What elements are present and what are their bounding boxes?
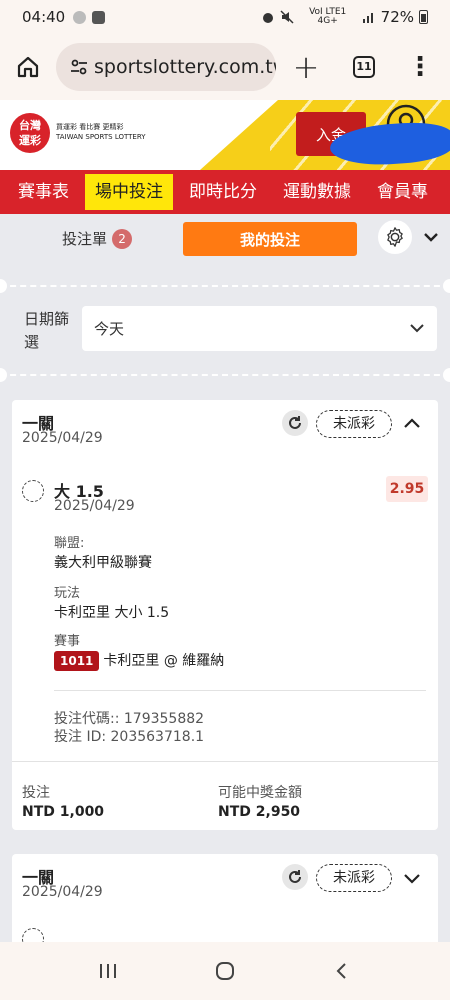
stake-value: NTD 1,000 bbox=[22, 804, 105, 820]
bet-date: 2025/04/29 bbox=[22, 884, 103, 900]
market-value: 卡利亞里 大小 1.5 bbox=[54, 605, 170, 621]
network-label: VoI LTE1 4G+ bbox=[309, 7, 347, 26]
divider bbox=[54, 690, 426, 691]
bet-slip-count: 2 bbox=[112, 228, 133, 249]
league-label: 聯盟: bbox=[54, 536, 85, 551]
bet-date: 2025/04/29 bbox=[22, 430, 103, 446]
back-button[interactable] bbox=[322, 961, 362, 981]
signal-icon bbox=[362, 13, 373, 23]
more-menu-button[interactable]: ⋮ bbox=[392, 54, 448, 80]
alarm-icon bbox=[262, 13, 273, 23]
bet-slip-tab[interactable]: 投注單 2 bbox=[62, 228, 133, 249]
odds-badge: 2.95 bbox=[386, 476, 428, 502]
event-value: 1011 卡利亞里 @ 維羅納 bbox=[54, 650, 224, 671]
main-nav: 賽事表 場中投注 即時比分 運動數據 會員專 bbox=[0, 170, 450, 214]
my-bets-tab[interactable]: 我的投注 bbox=[183, 222, 357, 256]
gear-icon bbox=[387, 227, 403, 247]
event-name: 卡利亞里 @ 維羅納 bbox=[103, 653, 225, 669]
brand-tagline-zh: 買運彩 看比賽 更精彩 bbox=[56, 123, 124, 131]
chevron-down-icon bbox=[410, 324, 424, 333]
card-collapse-button[interactable] bbox=[402, 414, 422, 438]
bet-slip-label: 投注單 bbox=[62, 230, 108, 248]
stake-label: 投注 bbox=[22, 785, 50, 801]
refresh-icon bbox=[289, 870, 301, 883]
refresh-icon bbox=[289, 416, 301, 429]
nav-live-betting[interactable]: 場中投注 bbox=[85, 174, 173, 210]
recents-icon bbox=[100, 964, 117, 978]
status-badge: 未派彩 bbox=[316, 864, 392, 892]
home-button[interactable] bbox=[0, 55, 56, 79]
bet-code: 投注代碼:: 179355882 bbox=[54, 711, 205, 727]
new-tab-button[interactable]: + bbox=[276, 51, 336, 83]
date-filter-select[interactable]: 今天 bbox=[82, 306, 437, 351]
payout-value: NTD 2,950 bbox=[218, 804, 301, 820]
bet-card: 一關 2025/04/29 未派彩 bbox=[12, 854, 438, 942]
date-filter-value: 今天 bbox=[94, 320, 125, 338]
divider bbox=[0, 279, 450, 293]
system-nav-bar bbox=[0, 942, 450, 1000]
nav-sports-data[interactable]: 運動數據 bbox=[273, 174, 361, 210]
clock: 04:40 bbox=[22, 8, 66, 26]
brand-tagline: 買運彩 看比賽 更精彩 TAIWAN SPORTS LOTTERY bbox=[56, 122, 146, 142]
market-label: 玩法 bbox=[54, 586, 81, 601]
bet-id: 投注 ID: 203563718.1 bbox=[54, 729, 205, 745]
divider bbox=[0, 368, 450, 382]
tab-switcher-button[interactable]: 11 bbox=[336, 56, 392, 78]
selection-date: 2025/04/29 bbox=[54, 498, 135, 514]
site-logo[interactable]: 台灣 運彩 bbox=[10, 113, 50, 153]
mute-icon bbox=[280, 10, 294, 24]
address-bar[interactable]: sportslottery.com.tw bbox=[56, 43, 276, 91]
site-settings-icon[interactable] bbox=[66, 57, 92, 77]
chevron-down-icon bbox=[404, 874, 420, 884]
battery-icon bbox=[419, 10, 428, 24]
divider bbox=[12, 761, 438, 762]
payout-label: 可能中獎金額 bbox=[218, 785, 302, 801]
url-text: sportslottery.com.tw bbox=[94, 56, 276, 78]
battery-percent: 72% bbox=[380, 8, 414, 26]
status-badge: 未派彩 bbox=[316, 410, 392, 438]
card-expand-button[interactable] bbox=[402, 868, 422, 892]
tab-count: 11 bbox=[353, 56, 375, 78]
status-bar: 04:40 VoI LTE1 4G+ 72% bbox=[0, 0, 450, 34]
brand-tagline-en: TAIWAN SPORTS LOTTERY bbox=[56, 133, 146, 141]
chevron-down-icon bbox=[424, 233, 438, 242]
browser-toolbar: sportslottery.com.tw + 11 ⋮ bbox=[0, 34, 450, 100]
event-number: 1011 bbox=[54, 651, 100, 671]
selection-status-icon bbox=[22, 928, 44, 942]
home-nav-button[interactable] bbox=[205, 960, 245, 982]
notification-icon bbox=[73, 10, 87, 24]
date-filter-label: 日期篩選 bbox=[24, 310, 70, 351]
settings-button[interactable] bbox=[378, 220, 412, 254]
refresh-button[interactable] bbox=[282, 410, 308, 436]
back-chevron-icon bbox=[336, 963, 346, 979]
chevron-up-icon bbox=[404, 418, 420, 428]
home-circle-icon bbox=[215, 962, 234, 980]
download-icon bbox=[92, 10, 106, 24]
panel-collapse-button[interactable] bbox=[422, 228, 440, 250]
nav-schedule[interactable]: 賽事表 bbox=[0, 174, 79, 210]
home-icon bbox=[17, 56, 39, 78]
bet-card: 一關 2025/04/29 未派彩 大 1.5 2025/04/29 2.95 … bbox=[12, 400, 438, 830]
recent-apps-button[interactable] bbox=[88, 961, 128, 981]
selection-status-icon bbox=[22, 480, 44, 502]
league-value: 義大利甲級聯賽 bbox=[54, 555, 152, 571]
bet-panel: 投注單 2 我的投注 日期篩選 今天 一關 2025/04/29 未派彩 大 1… bbox=[0, 214, 450, 942]
refresh-button[interactable] bbox=[282, 864, 308, 890]
nav-live-scores[interactable]: 即時比分 bbox=[179, 174, 267, 210]
event-label: 賽事 bbox=[54, 634, 81, 649]
nav-member[interactable]: 會員專 bbox=[367, 174, 438, 210]
